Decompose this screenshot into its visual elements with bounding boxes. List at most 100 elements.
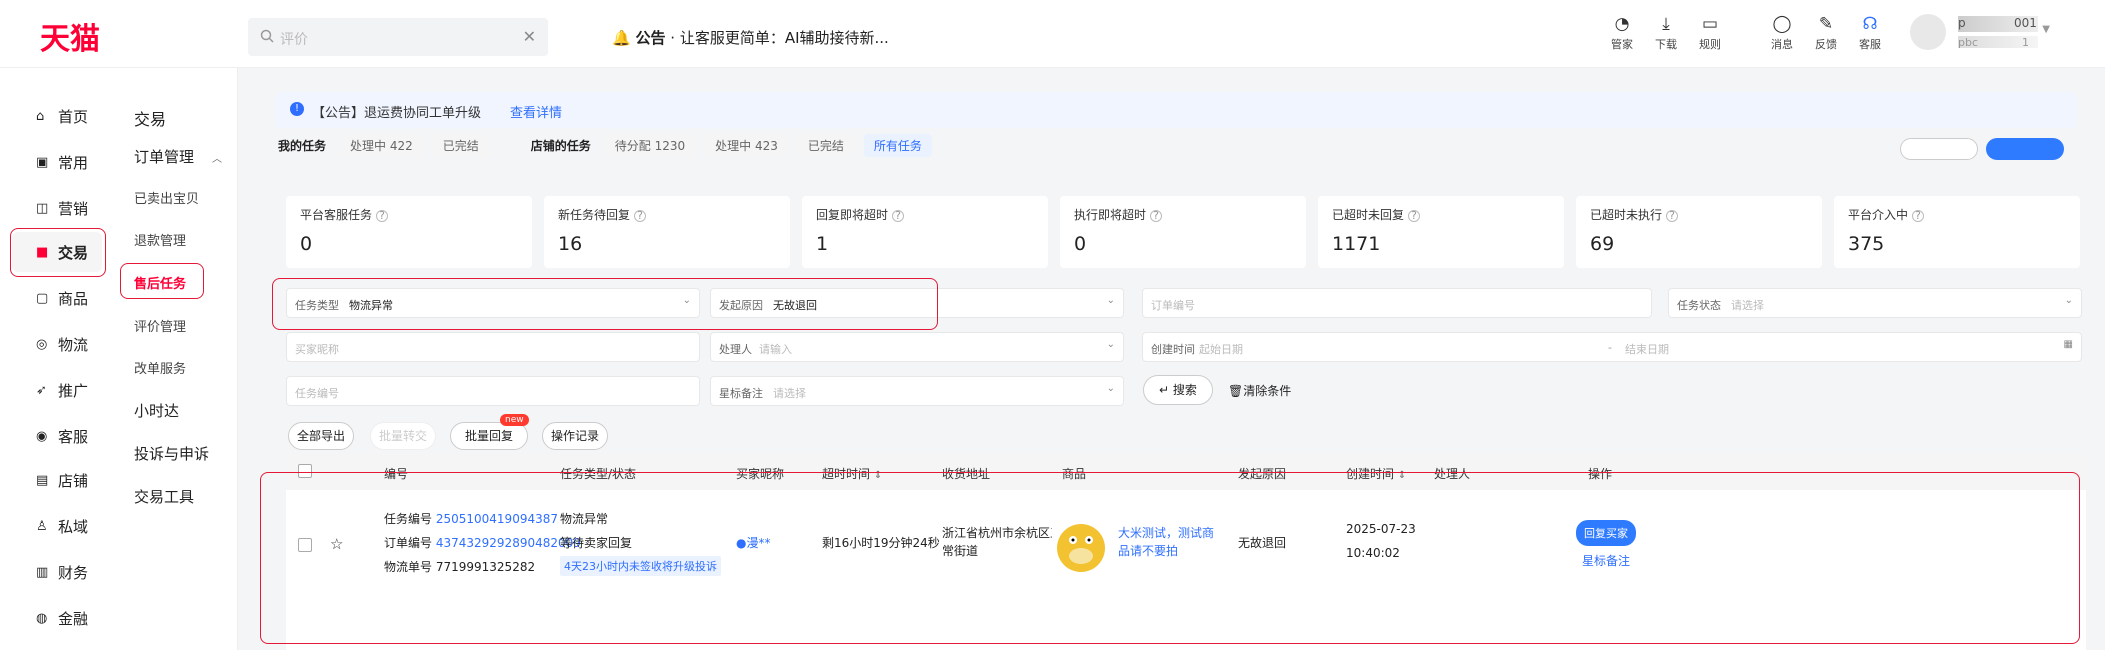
export-all-button[interactable]: 全部导出 xyxy=(288,422,354,450)
search-box[interactable]: 评价 ✕ xyxy=(248,18,548,56)
tab-my-processing[interactable]: 处理中 422 xyxy=(340,133,423,157)
nav-finance[interactable]: ▥ 财务 xyxy=(12,552,102,592)
search-input[interactable]: 评价 xyxy=(280,29,308,49)
notice-bar: ! 【公告】退运费协同工单升级 查看详情 xyxy=(276,92,2076,128)
nav-marketing[interactable]: ◫ 营销 xyxy=(12,188,102,228)
nav-logistics[interactable]: ◎ 物流 xyxy=(12,324,102,364)
nav-shop[interactable]: ▤ 店铺 xyxy=(12,460,102,500)
money-icon: ◍ xyxy=(36,610,48,626)
message-icon: ◯ xyxy=(1772,14,1792,34)
sidebar-item-complaint[interactable]: 投诉与申诉 xyxy=(134,443,209,464)
bell-icon: 🔔 xyxy=(612,29,631,47)
download-icon: ⤓ xyxy=(1662,14,1670,34)
tab-shop-done[interactable]: 已完结 xyxy=(797,133,854,157)
help-icon: ? xyxy=(634,210,647,222)
chevron-down-icon: ⌄ xyxy=(1106,295,1115,306)
highlight-after-sale xyxy=(120,263,204,299)
help-icon: ? xyxy=(892,210,905,222)
stats-cards: 平台客服任务? 0 新任务待回复? 16 回复即将超时? 1 执行即将超时? 0 已超时… xyxy=(286,196,2080,268)
sidebar-item-tools[interactable]: 交易工具 xyxy=(134,486,194,507)
batch-reply-button[interactable]: 批量回复 xyxy=(450,422,528,450)
stat-card[interactable]: 已超时未回复? 1171 xyxy=(1318,196,1564,268)
feedback-icon: ✎ xyxy=(1818,14,1834,34)
nav-private[interactable]: ♙ 私域 xyxy=(12,506,102,546)
primary-action-button[interactable] xyxy=(1986,138,2064,160)
highlight-table xyxy=(260,472,2080,644)
briefcase-icon: ▣ xyxy=(36,154,49,170)
chevron-down-icon: ⌄ xyxy=(2064,295,2073,306)
tab-shop-all[interactable]: 所有任务 xyxy=(863,133,932,157)
stat-card[interactable]: 回复即将超时? 1 xyxy=(802,196,1048,268)
tab-my-done[interactable]: 已完结 xyxy=(432,133,489,157)
stat-card[interactable]: 新任务待回复? 16 xyxy=(544,196,790,268)
user-profile[interactable]: p 001 pbc 1 ▼ xyxy=(1910,14,2050,54)
clear-search-icon[interactable]: ✕ xyxy=(523,27,536,46)
chevron-down-icon: ⌄ xyxy=(1106,383,1115,394)
main-content: ! 【公告】退运费协同工单升级 查看详情 我的任务 处理中 422 已完结 店铺… xyxy=(258,80,2098,650)
nav-product[interactable]: ▢ 商品 xyxy=(12,278,102,318)
trash-icon: 🗑 xyxy=(1228,384,1244,398)
created-date-range[interactable]: 创建时间 起始日期 - 结束日期 ▦ xyxy=(1142,332,2082,362)
chevron-down-icon: ▼ xyxy=(2042,24,2050,35)
op-log-button[interactable]: 操作记录 xyxy=(542,422,608,450)
clear-filters-button[interactable]: 🗑清除条件 xyxy=(1228,382,1291,399)
buyer-nick-input[interactable]: 买家昵称 xyxy=(286,332,700,362)
service-icon: ◉ xyxy=(36,428,48,444)
handler-select[interactable]: 处理人 请输入 ⌄ xyxy=(710,332,1124,362)
sidebar-item-hourly[interactable]: 小时达 xyxy=(134,400,179,421)
stat-card[interactable]: 平台客服任务? 0 xyxy=(286,196,532,268)
marketing-icon: ◫ xyxy=(36,200,49,216)
highlight-nav-trade xyxy=(10,228,106,277)
nav-common[interactable]: ▣ 常用 xyxy=(12,142,102,182)
notice-detail-link[interactable]: 查看详情 xyxy=(510,102,562,121)
batch-transfer-button[interactable]: 批量转交 xyxy=(370,422,436,450)
primary-sidebar: ⌂ 首页 ▣ 常用 ◫ 营销 ■ 交易 ▢ 商品 ◎ 物流 ➶ 推广 ◉ 客服 ▤ 店铺 ♙ 私域 … xyxy=(0,68,118,650)
order-no-input[interactable]: 订单编号 xyxy=(1142,288,1652,318)
star-note-select[interactable]: 星标备注 请选择 ⌄ xyxy=(710,376,1124,406)
private-icon: ♙ xyxy=(36,518,48,534)
tool-service[interactable]: ☊ 客服 xyxy=(1848,14,1892,52)
rules-icon: ▭ xyxy=(1701,14,1719,34)
nav-promote[interactable]: ➶ 推广 xyxy=(12,370,102,410)
nav-service[interactable]: ◉ 客服 xyxy=(12,416,102,456)
global-notice[interactable]: 🔔 公告 · 让客服更简单：AI辅助接待新... xyxy=(612,27,889,48)
help-icon: ? xyxy=(1150,210,1163,222)
info-icon: ! xyxy=(290,102,304,116)
butler-icon: ◔ xyxy=(1614,14,1630,34)
group-order-management[interactable]: 订单管理 ︿ xyxy=(134,146,222,167)
tab-shop-processing[interactable]: 处理中 423 xyxy=(705,133,788,157)
tool-message[interactable]: ◯ 消息 xyxy=(1760,14,1804,52)
help-icon: ? xyxy=(1912,210,1925,222)
headset-icon: ☊ xyxy=(1862,14,1878,34)
sidebar-item-modify[interactable]: 改单服务 xyxy=(134,358,186,377)
sidebar-item-sold[interactable]: 已卖出宝贝 xyxy=(134,188,199,207)
new-badge: new xyxy=(500,414,529,426)
notice-title: 公告 xyxy=(635,29,666,47)
task-status-select[interactable]: 任务状态 请选择 ⌄ xyxy=(1668,288,2082,318)
stat-card[interactable]: 平台介入中? 375 xyxy=(1834,196,2080,268)
stat-card[interactable]: 已超时未执行? 69 xyxy=(1576,196,1822,268)
tmall-logo[interactable]: 天猫 xyxy=(40,14,100,58)
sidebar-item-review[interactable]: 评价管理 xyxy=(134,316,186,335)
stat-card[interactable]: 执行即将超时? 0 xyxy=(1060,196,1306,268)
search-button[interactable]: ↵ 搜索 xyxy=(1143,375,1213,405)
sidebar-item-refund[interactable]: 退款管理 xyxy=(134,230,186,249)
chevron-down-icon: ⌄ xyxy=(1106,339,1115,350)
top-tools: ◔ 管家 ⤓ 下载 ▭ 规则 ◯ 消息 ✎ 反馈 ☊ 客服 xyxy=(1600,14,1892,52)
tool-rules[interactable]: ▭ 规则 xyxy=(1688,14,1732,52)
calendar-icon: ▦ xyxy=(2063,339,2073,350)
task-no-input[interactable]: 任务编号 xyxy=(286,376,700,406)
enter-icon: ↵ xyxy=(1159,383,1173,397)
avatar xyxy=(1910,14,1946,50)
highlight-filters xyxy=(272,278,938,330)
finance-icon: ▥ xyxy=(36,564,49,580)
tool-download[interactable]: ⤓ 下载 xyxy=(1644,14,1688,52)
help-icon: ? xyxy=(1666,210,1679,222)
nav-home[interactable]: ⌂ 首页 xyxy=(12,96,102,136)
tab-shop-unassigned[interactable]: 待分配 1230 xyxy=(604,133,696,157)
tool-feedback[interactable]: ✎ 反馈 xyxy=(1804,14,1848,52)
tool-butler[interactable]: ◔ 管家 xyxy=(1600,14,1644,52)
nav-money[interactable]: ◍ 金融 xyxy=(12,598,102,638)
product-icon: ▢ xyxy=(36,290,49,306)
settings-button[interactable] xyxy=(1900,138,1978,160)
